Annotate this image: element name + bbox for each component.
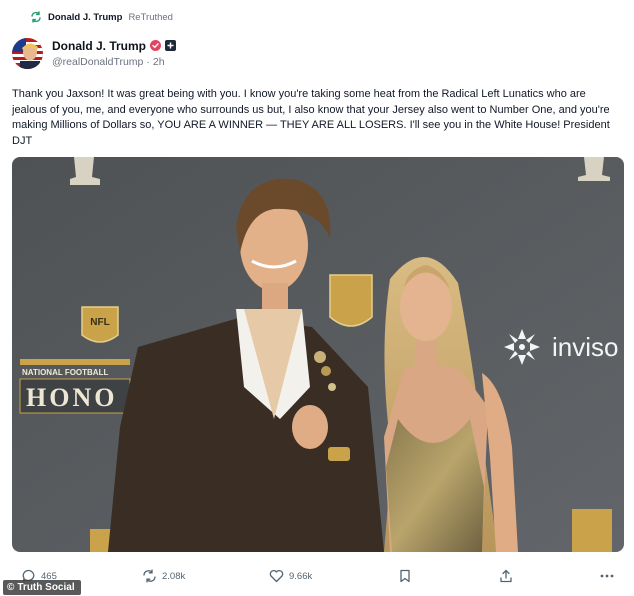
retruth-user-name[interactable]: Donald J. Trump [48,12,122,23]
avatar[interactable] [12,37,43,69]
heart-icon [269,569,284,583]
post-header: Donald J. Trump @realDonaldTrump · 2h [12,36,177,70]
follow-plus-icon[interactable] [165,40,177,51]
more-dots-icon [600,574,614,578]
like-count: 9.66k [289,570,313,582]
retruth-label: ReTruthed [128,11,173,23]
separator-dot: · [146,55,150,68]
bookmark-button[interactable] [399,566,411,586]
retruth-count: 2.08k [162,570,186,582]
retruth-icon [30,11,42,23]
share-button[interactable] [499,566,513,586]
author-handle[interactable]: @realDonaldTrump [52,56,143,68]
post-actions-bar: 465 2.08k 9.66k [0,566,634,586]
post-text: Thank you Jaxson! It was great being wit… [12,88,610,147]
verified-badge-icon [150,40,162,51]
more-options-button[interactable] [600,566,614,586]
like-button[interactable]: 9.66k [269,566,312,586]
post-image[interactable]: NFL NATIONAL FOOTBALL HONO inviso [12,157,624,552]
retruth-bar: Donald J. Trump ReTruthed [30,9,173,25]
author-display-name[interactable]: Donald J. Trump [52,39,146,53]
backdrop-text-3: inviso [552,332,618,362]
post-time[interactable]: 2h [153,56,165,68]
share-icon [500,569,512,583]
retruth-button[interactable]: 2.08k [142,566,185,586]
copyright-icon: © [7,582,15,593]
bookmark-icon [400,569,410,583]
svg-text:NFL: NFL [90,317,109,328]
backdrop-text-1: NATIONAL FOOTBALL [22,368,108,377]
backdrop-text-2: HONO [26,383,117,412]
watermark-text: Truth Social [17,582,75,593]
watermark: © Truth Social [3,580,81,595]
retruth-action-icon [143,569,156,583]
